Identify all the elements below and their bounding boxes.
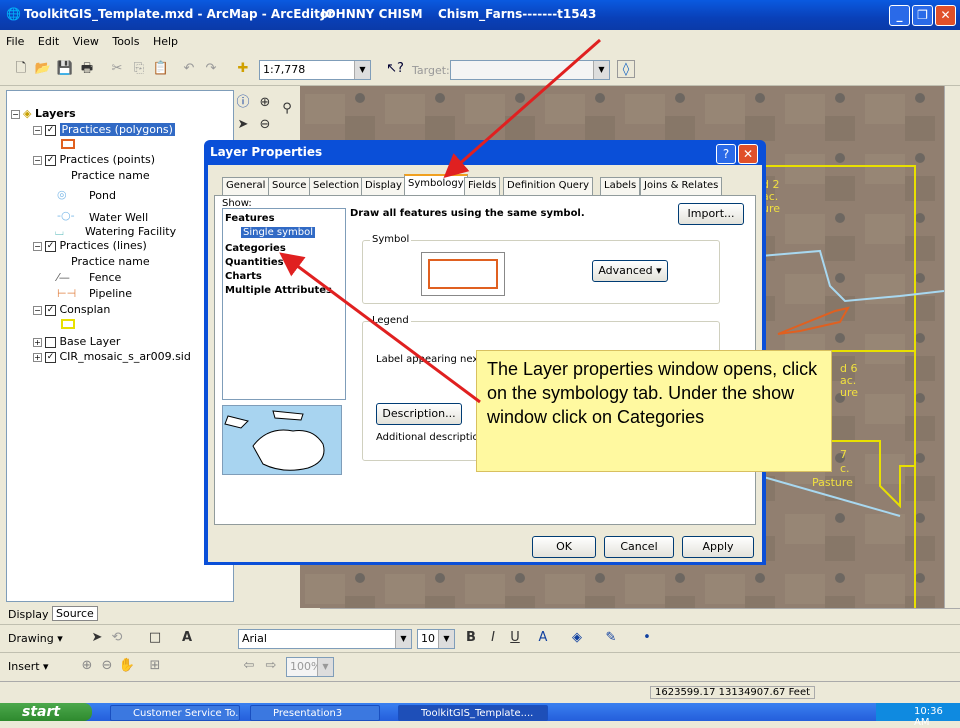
status-bar: 1623599.17 13134907.67 Feet [0, 681, 960, 703]
line-color-icon[interactable]: ✎ [602, 629, 620, 647]
font-color-icon[interactable]: A [534, 629, 552, 647]
chevron-down-icon[interactable]: ▼ [395, 630, 411, 648]
full-page-icon[interactable]: ⊞ [146, 657, 164, 675]
drawing-toolbar: Drawing ▾ ➤ ⟲ □ A Arial ▼ 10 ▼ B I U A ◈ ✎… [0, 624, 960, 652]
italic-icon[interactable]: I [484, 629, 502, 647]
fill-color-icon[interactable]: ◈ [568, 629, 586, 647]
insert-menu[interactable]: Insert ▾ [8, 660, 49, 673]
system-clock: 10:36 AM [876, 703, 960, 728]
text-icon[interactable]: A [178, 629, 196, 647]
chevron-down-icon[interactable]: ▼ [438, 630, 454, 648]
font-combo[interactable]: Arial ▼ [238, 629, 412, 649]
zoom-in-page-icon[interactable]: ⊕ [78, 657, 96, 675]
pan-page-icon[interactable]: ✋ [118, 657, 136, 675]
underline-icon[interactable]: U [506, 629, 524, 647]
task-presentation[interactable]: Presentation3 [250, 705, 380, 721]
task-toolkitgis[interactable]: ToolkitGIS_Template.... [398, 705, 548, 721]
insert-toolbar: Insert ▾ ⊕ ⊖ ✋ ⊞ ⇦ ⇨ 100% ▼ [0, 652, 960, 680]
arrow-to-categories [279, 252, 481, 404]
forward-extent-icon[interactable]: ⇨ [262, 657, 280, 675]
coordinates-readout: 1623599.17 13134907.67 Feet [650, 686, 816, 699]
task-customer-service[interactable]: Customer Service To... [110, 705, 240, 721]
rotate-icon[interactable]: ⟲ [108, 629, 126, 647]
zoom-out-page-icon[interactable]: ⊖ [98, 657, 116, 675]
arrow-to-symbology-tab [443, 38, 601, 178]
bold-icon[interactable]: B [462, 629, 480, 647]
start-button[interactable]: start [0, 703, 92, 721]
chevron-down-icon[interactable]: ▼ [317, 658, 333, 676]
rectangle-icon[interactable]: □ [146, 629, 164, 647]
annotation-arrows [279, 38, 601, 404]
marker-color-icon[interactable]: • [638, 629, 656, 647]
select-elements-icon[interactable]: ➤ [88, 629, 106, 647]
zoom-combo[interactable]: 100% ▼ [286, 657, 334, 677]
drawing-menu[interactable]: Drawing ▾ [8, 632, 63, 645]
font-size-combo[interactable]: 10 ▼ [417, 629, 455, 649]
back-extent-icon[interactable]: ⇦ [240, 657, 258, 675]
